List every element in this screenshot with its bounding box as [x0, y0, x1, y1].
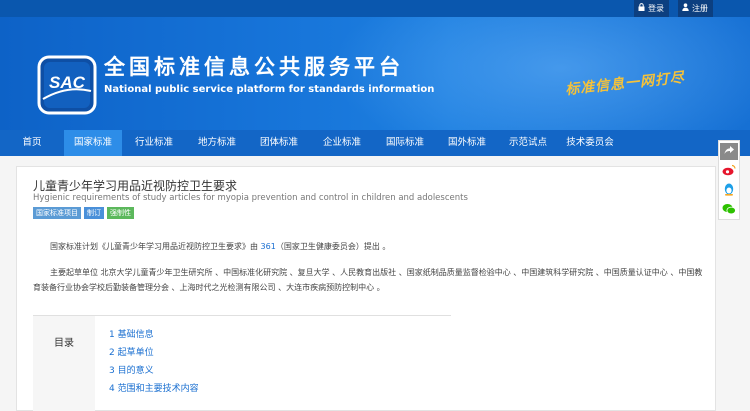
share-icon: [724, 145, 735, 158]
share-button[interactable]: [720, 143, 738, 160]
table-of-contents: 目录 1 基础信息 2 起草单位 3 目的意义 4 范围和主要技术内容: [33, 315, 451, 411]
toc-label: 目录: [33, 316, 95, 411]
header-banner: SAC 全国标准信息公共服务平台 National public service…: [0, 17, 750, 130]
page-title: 儿童青少年学习用品近视防控卫生要求: [33, 179, 238, 193]
page-title-english: Hygienic requirements of study articles …: [33, 193, 468, 203]
nav-item-technical-committees[interactable]: 技术委员会: [558, 130, 622, 156]
site-title-english: National public service platform for sta…: [104, 84, 435, 95]
nav-item-home[interactable]: 首页: [0, 130, 64, 156]
site-title: 全国标准信息公共服务平台: [104, 55, 404, 79]
nav-item-industry-standards[interactable]: 行业标准: [122, 130, 186, 156]
user-icon: [682, 0, 689, 17]
qq-button[interactable]: [720, 182, 738, 199]
badge-mandatory: 强制性: [107, 207, 134, 219]
top-bar: 登录 注册: [0, 0, 750, 17]
nav-item-group-standards[interactable]: 团体标准: [248, 130, 310, 156]
status-badges: 国家标准项目 制订 强制性: [33, 207, 134, 219]
nav-item-national-standards[interactable]: 国家标准: [64, 130, 122, 156]
nav-item-international-standards[interactable]: 国际标准: [374, 130, 436, 156]
nav-item-enterprise-standards[interactable]: 企业标准: [310, 130, 374, 156]
plan-prefix: 国家标准计划《儿童青少年学习用品近视防控卫生要求》由: [50, 242, 261, 251]
nav-item-pilot-demo[interactable]: 示范试点: [498, 130, 558, 156]
plan-suffix: （国家卫生健康委员会）提出 。: [275, 242, 391, 251]
toc-item-basic-info[interactable]: 1 基础信息: [109, 326, 199, 344]
weibo-icon: [722, 164, 736, 179]
wechat-icon: [722, 203, 736, 218]
nav-item-local-standards[interactable]: 地方标准: [186, 130, 248, 156]
toc-item-scope[interactable]: 4 范围和主要技术内容: [109, 380, 199, 398]
badge-national-project: 国家标准项目: [33, 207, 81, 219]
plan-statement: 国家标准计划《儿童青少年学习用品近视防控卫生要求》由 361（国家卫生健康委员会…: [50, 241, 390, 252]
nav-item-foreign-standards[interactable]: 国外标准: [436, 130, 498, 156]
weibo-button[interactable]: [720, 163, 738, 180]
badge-formulation: 制订: [84, 207, 104, 219]
wechat-button[interactable]: [720, 202, 738, 219]
drafting-units-paragraph: 主要起草单位 北京大学儿童青少年卫生研究所 、中国标准化研究院 、复旦大学 、人…: [33, 268, 703, 292]
register-label: 注册: [692, 4, 708, 13]
qq-penguin-icon: [723, 182, 735, 199]
share-sidebar: [718, 140, 740, 220]
login-button[interactable]: 登录: [634, 0, 669, 17]
sac-logo[interactable]: SAC: [37, 55, 97, 115]
logo-text: SAC: [49, 73, 86, 92]
main-nav: 首页 国家标准 行业标准 地方标准 团体标准 企业标准 国际标准 国外标准 示范…: [0, 130, 750, 156]
committee-number-link[interactable]: 361: [261, 242, 276, 251]
register-button[interactable]: 注册: [678, 0, 713, 17]
toc-item-drafting-units[interactable]: 2 起草单位: [109, 344, 199, 362]
lock-icon: [638, 0, 645, 17]
toc-item-purpose[interactable]: 3 目的意义: [109, 362, 199, 380]
login-label: 登录: [648, 4, 664, 13]
standard-detail-panel: 儿童青少年学习用品近视防控卫生要求 Hygienic requirements …: [16, 166, 716, 411]
